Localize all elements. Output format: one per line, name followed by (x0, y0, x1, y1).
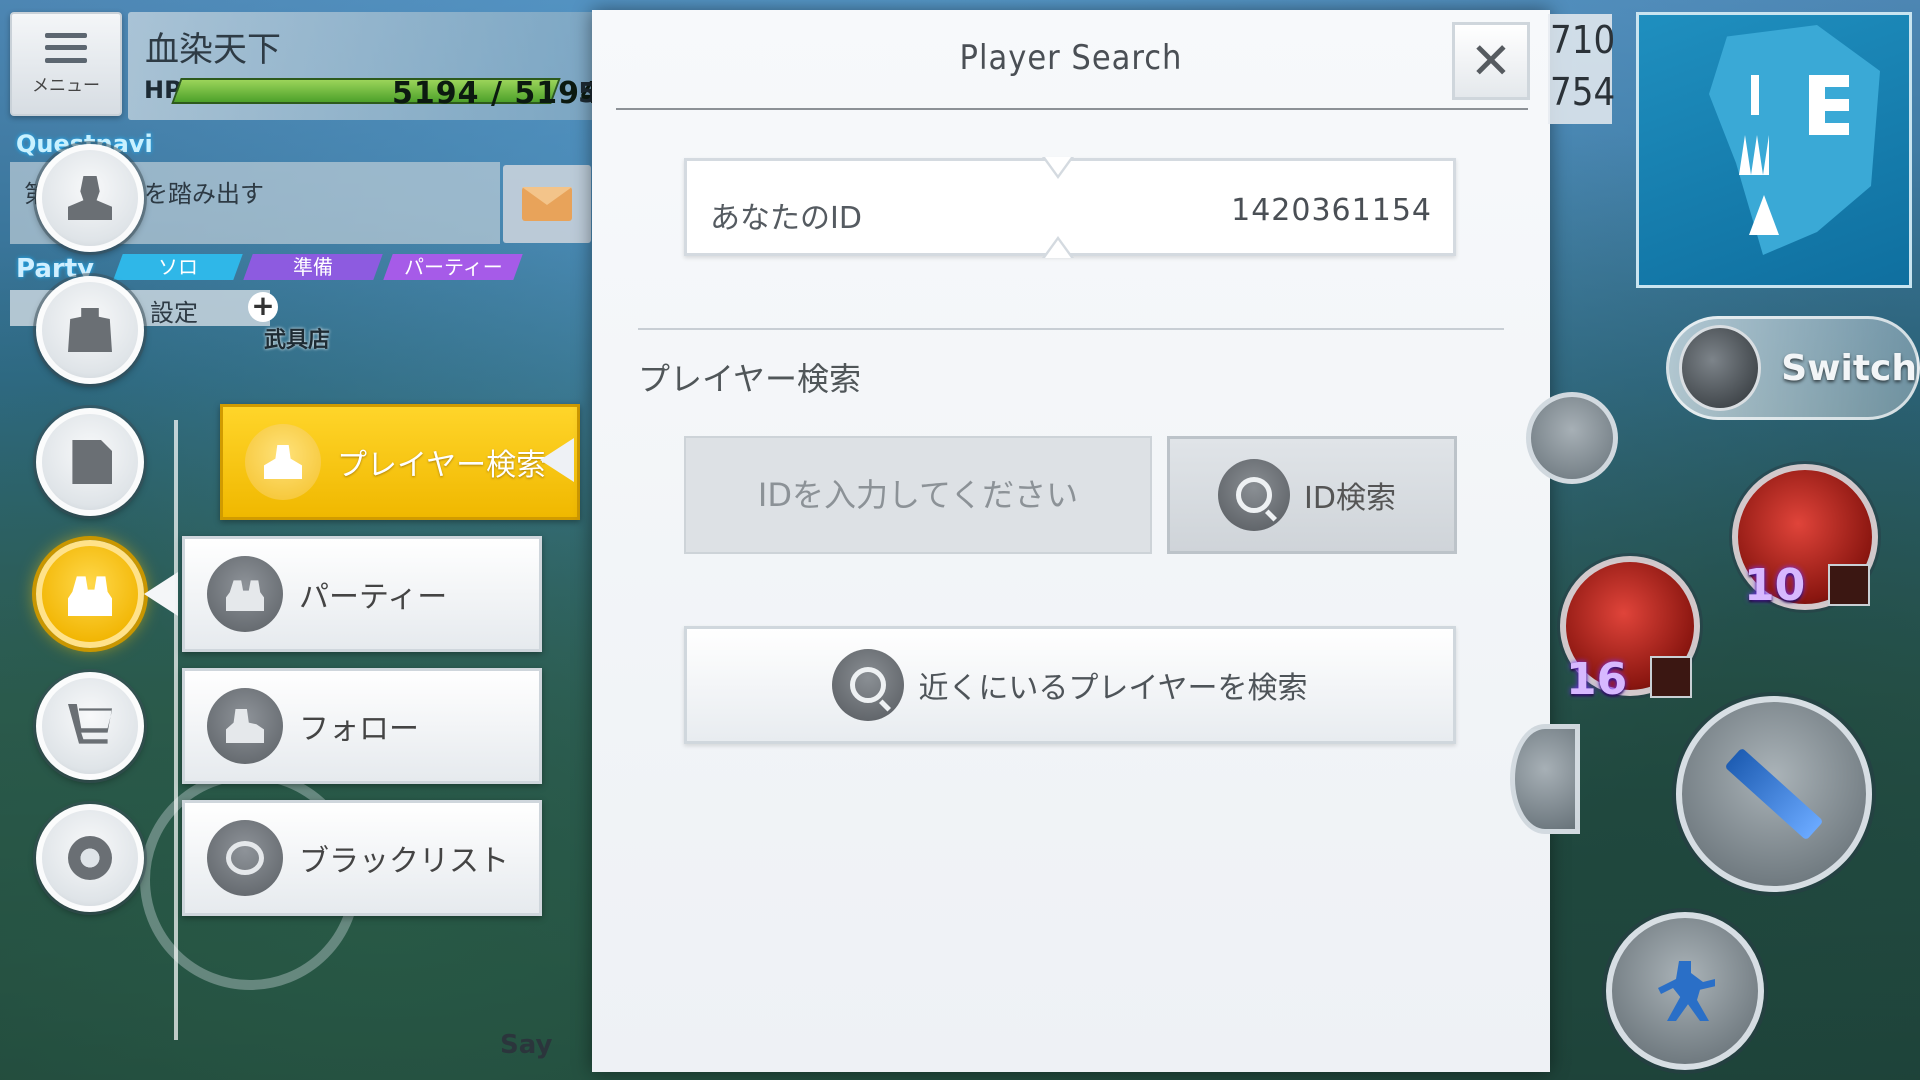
party-tab-solo-label: ソロ (158, 255, 198, 279)
player-search-menu-label: プレイヤー検索 (337, 448, 547, 483)
follow-menu-item[interactable]: フォロー (182, 668, 542, 784)
switch-icon (1679, 325, 1762, 411)
id-box-notch-top-inner (1045, 157, 1071, 175)
id-box-notch-bottom-inner (1045, 240, 1071, 258)
map-building-icon (1809, 75, 1849, 135)
party-settings-label: 設定 (150, 299, 198, 327)
id-search-label: ID検索 (1304, 481, 1396, 516)
submenu-pointer (540, 438, 574, 482)
plus-icon[interactable]: + (248, 292, 278, 322)
skill-2-count: 16 (1566, 654, 1628, 705)
your-id-value: 1420361154 (1231, 193, 1432, 228)
coordinate-bottom: 754 (1550, 70, 1616, 114)
switch-label: Switch (1781, 347, 1917, 389)
notes-button[interactable] (36, 408, 144, 516)
party-tab-party[interactable]: パーティー (383, 254, 523, 280)
group-icon (68, 576, 112, 616)
blacklist-icon (207, 820, 283, 896)
blacklist-menu-item[interactable]: ブラックリスト (182, 800, 542, 916)
follow-icon (207, 688, 283, 764)
section-divider (638, 328, 1504, 330)
shop-label: 武具店 (264, 328, 331, 353)
id-search-button[interactable]: ID検索 (1167, 436, 1457, 554)
dash-icon (1658, 961, 1715, 1021)
skill-2-sub-icon (1650, 656, 1692, 698)
close-icon: ✕ (1470, 32, 1512, 90)
mail-button[interactable] (503, 165, 591, 243)
say-button[interactable]: Say (500, 1030, 552, 1060)
hamburger-icon (45, 32, 87, 63)
user-icon (68, 176, 112, 220)
social-button[interactable] (36, 540, 144, 648)
skill-1-sub-icon (1828, 564, 1870, 606)
party-icon (207, 556, 283, 632)
party-tab-party-label: パーティー (403, 255, 503, 279)
menu-label: メニュー (32, 75, 100, 96)
dialog-title: Player Search (959, 38, 1183, 78)
player-search-menu-item[interactable]: プレイヤー検索 (220, 404, 580, 520)
search-icon (1218, 459, 1290, 531)
party-menu-label: パーティー (299, 580, 448, 615)
dash-button[interactable] (1606, 912, 1764, 1070)
player-name: 血染天下 (145, 30, 281, 70)
title-divider (616, 108, 1528, 110)
player-search-dialog: Player Search ✕ あなたのID 1420361154 プレイヤー検… (592, 10, 1550, 1072)
switch-button[interactable]: Switch (1666, 316, 1920, 420)
menu-connector-line (174, 420, 178, 1040)
party-tab-prepare-label: 準備 (293, 255, 333, 279)
player-search-icon (245, 424, 321, 500)
search-icon (832, 649, 905, 721)
settings-button[interactable] (36, 804, 144, 912)
nearby-search-label: 近くにいるプレイヤーを検索 (918, 671, 1308, 706)
follow-menu-label: フォロー (299, 712, 419, 747)
coordinate-top: 710 (1550, 18, 1616, 62)
blacklist-menu-label: ブラックリスト (299, 844, 509, 879)
id-input[interactable] (684, 436, 1152, 554)
hp-value: 5194 / 5194 (392, 76, 602, 111)
menu-button[interactable]: メニュー (10, 12, 122, 116)
party-menu-item[interactable]: パーティー (182, 536, 542, 652)
map-marker-icon (1751, 75, 1759, 115)
bag-icon (68, 308, 112, 352)
item-slot-button[interactable] (1510, 724, 1580, 834)
menu-pointer (144, 572, 178, 616)
skill-1-count: 10 (1744, 560, 1806, 611)
party-tab-prepare[interactable]: 準備 (243, 254, 383, 280)
mail-icon (522, 187, 572, 221)
note-icon (72, 440, 112, 484)
cart-icon (68, 704, 112, 744)
inventory-button[interactable] (36, 276, 144, 384)
nearby-search-button[interactable]: 近くにいるプレイヤーを検索 (684, 626, 1456, 744)
attack-button[interactable] (1676, 696, 1872, 892)
target-swap-button[interactable] (1526, 392, 1618, 484)
gear-icon (68, 836, 112, 880)
minimap[interactable] (1636, 12, 1912, 288)
sword-icon (1724, 747, 1824, 841)
close-button[interactable]: ✕ (1452, 22, 1530, 100)
your-id-label: あなたのID (710, 201, 862, 236)
party-tab-solo[interactable]: ソロ (113, 254, 243, 280)
shop-button[interactable] (36, 672, 144, 780)
section-title: プレイヤー検索 (638, 360, 862, 398)
profile-button[interactable] (36, 144, 144, 252)
